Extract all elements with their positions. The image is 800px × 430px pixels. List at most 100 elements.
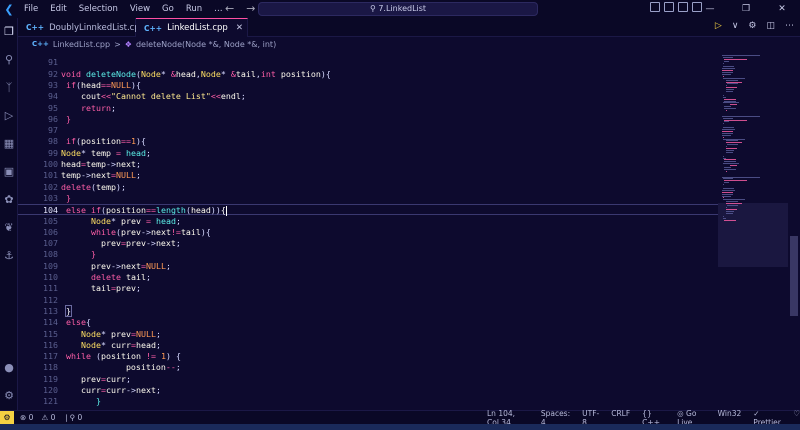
minimap-line <box>722 72 734 73</box>
code-text: temp->next=NULL; <box>61 170 141 181</box>
current-code-line: 104 else if(position==length(head)){ <box>18 204 718 216</box>
menu-go[interactable]: Go <box>156 0 180 18</box>
line-number: 121 <box>43 396 58 407</box>
problems-errors[interactable]: ⊗ 0 <box>20 413 33 422</box>
minimap-line <box>722 102 739 104</box>
line-number: 104 <box>43 205 58 216</box>
split-editor-icon[interactable]: ◫ <box>766 21 775 31</box>
line-number: 96 <box>48 113 58 124</box>
code-line: 93 if(head==NULL){ <box>18 80 718 91</box>
minimap-line <box>724 220 736 222</box>
minimap-line <box>722 184 724 186</box>
tab-doublylinkedlist[interactable]: C++ DoublyLinnkedList.cpp <box>18 18 145 37</box>
menu-edit[interactable]: Edit <box>44 0 72 18</box>
minimap-line <box>722 94 724 96</box>
back-arrow-icon[interactable]: ← <box>225 0 234 18</box>
settings-gear-icon[interactable]: ⚙ <box>2 388 16 402</box>
minimap-line <box>722 193 734 195</box>
line-number: 95 <box>48 102 58 113</box>
minimap-line <box>722 77 745 79</box>
code-line: 97 <box>18 125 718 136</box>
problems-warnings[interactable]: ⚠ 0 <box>41 413 55 422</box>
minimap-line <box>725 87 737 89</box>
ports-indicator[interactable]: ❘⚲ 0 <box>63 413 82 422</box>
line-number: 103 <box>43 192 58 203</box>
leaf-icon[interactable]: ❦ <box>2 220 16 234</box>
toggle-secondary-sidebar-icon[interactable] <box>678 2 688 12</box>
scrollbar-thumb[interactable] <box>790 236 798 316</box>
source-control-icon[interactable]: ᛉ <box>2 80 16 94</box>
maximize-button[interactable]: ❒ <box>728 0 764 18</box>
minimap-line <box>722 130 734 132</box>
minimap-line <box>724 98 736 100</box>
minimap-line <box>724 180 748 182</box>
close-tab-icon[interactable]: ✕ <box>236 23 243 33</box>
breadcrumb-separator: > <box>114 39 121 49</box>
code-line: 103 } <box>18 193 718 204</box>
code-text: curr=curr->next; <box>80 385 161 395</box>
minimap-line <box>722 157 727 159</box>
explorer-icon[interactable]: ❐ <box>2 24 16 38</box>
extensions-icon[interactable]: ▦ <box>2 136 16 150</box>
forward-arrow-icon[interactable]: → <box>246 0 255 18</box>
code-line: 105 Node* prev = head; <box>18 216 718 227</box>
line-number: 92 <box>48 68 58 79</box>
minimap[interactable] <box>718 51 788 410</box>
code-line: 114 else{ <box>18 317 718 328</box>
minimize-button[interactable]: — <box>692 0 728 18</box>
command-center-search[interactable]: ⚲ 7.LinkedList <box>258 2 538 16</box>
minimap-line <box>725 149 734 151</box>
minimap-line <box>724 159 736 161</box>
code-line: 111 tail=prev; <box>18 283 718 294</box>
gear-icon[interactable]: ⚙ <box>748 21 756 31</box>
minimap-line <box>722 54 760 56</box>
code-editor[interactable]: 91 92 void deleteNode(Node* &head,Node* &… <box>18 51 718 410</box>
close-button[interactable]: ✕ <box>764 0 800 18</box>
code-text: tail=prev; <box>90 283 141 294</box>
minimap-line <box>726 205 738 206</box>
menu-file[interactable]: File <box>18 0 44 18</box>
minimap-line <box>722 195 732 197</box>
code-line: 92 void deleteNode(Node* &head,Node* &tai… <box>18 69 718 80</box>
code-text: while (position != 1) { <box>66 351 181 362</box>
code-line: 96 } <box>18 114 718 125</box>
search-icon[interactable]: ⚲ <box>2 52 16 66</box>
tab-linkedlist[interactable]: C++ LinkedList.cpp ✕ <box>136 18 248 37</box>
minimap-line <box>722 136 724 138</box>
line-number: 110 <box>43 272 58 282</box>
minimap-line <box>722 73 732 75</box>
run-options-chevron-icon[interactable]: ∨ <box>732 21 739 31</box>
code-line: 101 temp->next=NULL; <box>18 170 718 181</box>
menu-view[interactable]: View <box>124 0 156 18</box>
line-number: 113 <box>43 305 58 316</box>
toggle-panel-icon[interactable] <box>664 2 674 12</box>
menu-run[interactable]: Run <box>180 0 208 18</box>
line-number: 115 <box>43 328 58 339</box>
code-text: if(head==NULL){ <box>66 79 141 90</box>
run-code-icon[interactable]: ▷ <box>715 21 722 31</box>
code-text: } <box>95 396 101 407</box>
account-icon[interactable]: ● <box>2 360 16 374</box>
docker-icon[interactable]: ⚓ <box>2 248 16 262</box>
minimap-line <box>725 142 743 144</box>
code-text: position--; <box>125 362 181 373</box>
remote-explorer-icon[interactable]: ▣ <box>2 164 16 178</box>
breadcrumb-symbol[interactable]: deleteNode(Node *&, Node *&, int) <box>136 40 276 49</box>
toggle-sidebar-icon[interactable] <box>650 2 660 12</box>
vertical-scrollbar[interactable] <box>788 51 800 410</box>
code-line: 106 while(prev->next!=tail){ <box>18 227 718 238</box>
line-number: 91 <box>48 57 58 68</box>
chatgpt-icon[interactable]: ✿ <box>2 192 16 206</box>
code-text: prev->next=NULL; <box>90 260 171 271</box>
cpp-file-icon: C++ <box>26 23 45 32</box>
minimap-line <box>722 115 760 117</box>
menu-selection[interactable]: Selection <box>73 0 124 18</box>
breadcrumb-file[interactable]: LinkedList.cpp <box>53 40 110 49</box>
more-actions-icon[interactable]: ⋯ <box>785 21 794 31</box>
line-number: 94 <box>48 91 58 102</box>
remote-indicator-icon[interactable]: ⚙ <box>0 410 14 425</box>
line-number: 108 <box>43 249 58 260</box>
run-debug-icon[interactable]: ▷ <box>2 108 16 122</box>
code-text: } <box>66 192 71 203</box>
minimap-line <box>722 68 735 70</box>
